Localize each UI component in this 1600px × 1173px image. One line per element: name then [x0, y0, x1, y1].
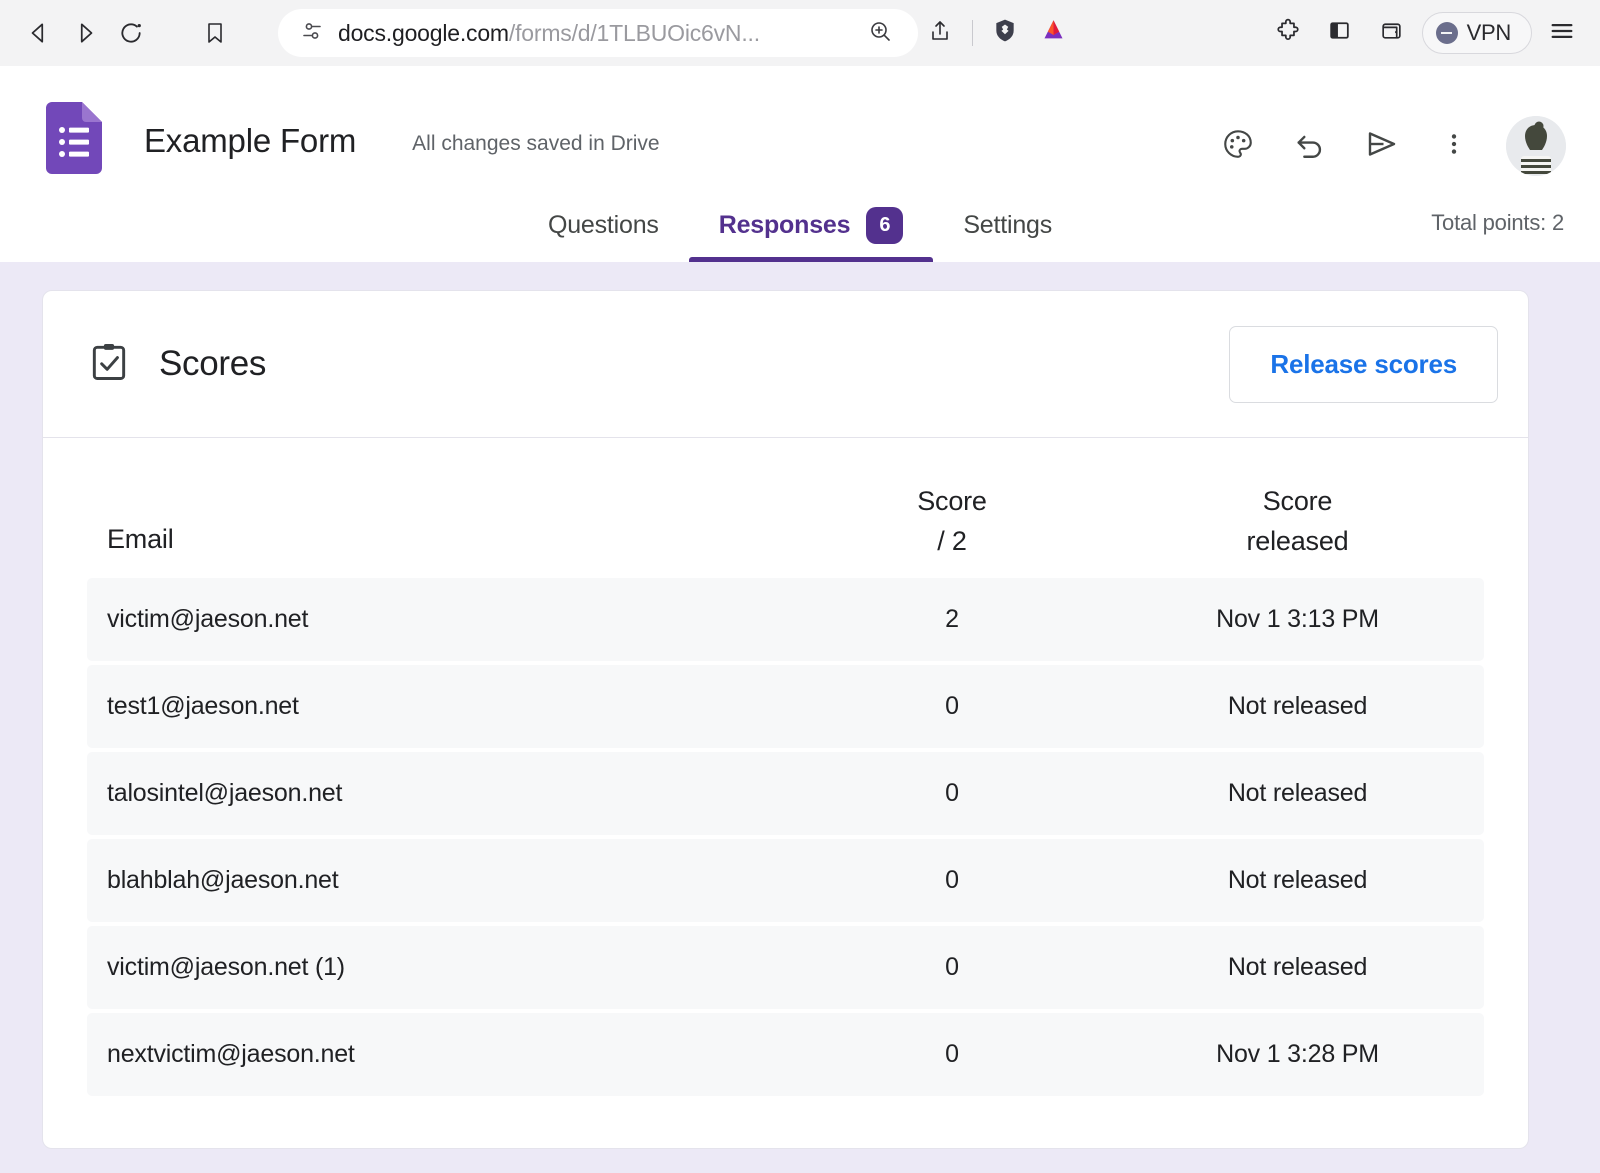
browser-toolbar: docs.google.com/forms/d/1TLBUOic6vN... V… — [0, 0, 1600, 66]
send-button[interactable] — [1354, 118, 1410, 174]
cell-email: victim@jaeson.net (1) — [107, 953, 345, 981]
column-header-score: Score / 2 — [787, 482, 1117, 562]
tab-questions[interactable]: Questions — [518, 188, 689, 262]
cell-score: 0 — [945, 692, 959, 720]
zoom-indicator-button[interactable] — [858, 11, 902, 55]
column-header-email: Email — [107, 524, 174, 555]
brave-shield-icon — [992, 17, 1018, 49]
save-status: All changes saved in Drive — [412, 132, 660, 155]
undo-button[interactable] — [1282, 118, 1338, 174]
browser-right-controls: VPN — [1266, 11, 1584, 55]
brave-shields-button[interactable] — [983, 11, 1027, 55]
column-header-score-line2: / 2 — [937, 526, 967, 557]
cell-score-released: Nov 1 3:13 PM — [1216, 605, 1379, 633]
vpn-status-icon — [1435, 22, 1458, 44]
table-row[interactable]: talosintel@jaeson.net 0 Not released — [87, 752, 1484, 835]
cell-score: 2 — [945, 605, 959, 633]
column-header-released-line2: released — [1246, 526, 1349, 557]
url-path: /forms/d/1TLBUOic6vN... — [508, 19, 760, 46]
header-action-group — [1210, 116, 1566, 176]
responses-count-badge: 6 — [866, 206, 904, 244]
browser-action-group — [918, 11, 1075, 55]
bookmark-icon — [203, 20, 227, 46]
tabs-bar: Questions Responses 6 Settings Total poi… — [0, 188, 1600, 262]
cell-email: victim@jaeson.net — [107, 605, 309, 633]
scores-card-header: Scores Release scores — [43, 291, 1528, 438]
cell-score-released: Not released — [1227, 692, 1368, 720]
cell-score: 0 — [945, 866, 959, 894]
wallet-icon — [1379, 18, 1404, 48]
cell-score-released: Not released — [1227, 866, 1368, 894]
page-title[interactable]: Example Form — [144, 122, 356, 160]
cell-score: 0 — [945, 779, 959, 807]
extensions-puzzle-icon — [1275, 18, 1301, 49]
theme-button[interactable] — [1210, 118, 1266, 174]
hamburger-menu-icon — [1548, 17, 1576, 50]
back-arrow-icon — [26, 20, 52, 46]
extensions-button[interactable] — [1266, 11, 1310, 55]
cell-score: 0 — [945, 953, 959, 981]
forward-button[interactable] — [62, 10, 108, 56]
back-button[interactable] — [16, 10, 62, 56]
browser-menu-button[interactable] — [1540, 11, 1584, 55]
column-header-score-line1: Score — [917, 486, 987, 517]
site-settings-icon[interactable] — [300, 19, 324, 48]
table-header-row: Email Score / 2 Score released — [87, 460, 1484, 578]
table-row[interactable]: test1@jaeson.net 0 Not released — [87, 665, 1484, 748]
clipboard-check-icon — [87, 340, 131, 389]
scores-title: Scores — [159, 344, 267, 383]
reload-icon — [118, 20, 144, 46]
more-vertical-icon — [1441, 129, 1467, 164]
url-text[interactable]: docs.google.com/forms/d/1TLBUOic6vN... — [338, 20, 844, 47]
cell-email: nextvictim@jaeson.net — [107, 1040, 355, 1068]
tab-responses[interactable]: Responses 6 — [688, 188, 934, 262]
vpn-button[interactable]: VPN — [1421, 12, 1532, 54]
google-forms-icon[interactable] — [46, 102, 102, 174]
toolbar-divider — [972, 20, 973, 46]
bookmark-button[interactable] — [192, 10, 238, 56]
column-header-score-released: Score released — [1117, 482, 1484, 562]
cell-email: blahblah@jaeson.net — [107, 866, 339, 894]
scores-title-group: Scores — [87, 340, 266, 389]
vpn-label: VPN — [1466, 20, 1512, 45]
avatar[interactable] — [1506, 116, 1566, 176]
reload-button[interactable] — [108, 10, 154, 56]
table-row[interactable]: victim@jaeson.net (1) 0 Not released — [87, 926, 1484, 1009]
send-icon — [1364, 126, 1400, 167]
responses-page-body: Scores Release scores Email Score / 2 Sc… — [0, 262, 1600, 1173]
sidebar-toggle-button[interactable] — [1318, 11, 1362, 55]
palette-icon — [1221, 127, 1255, 166]
tab-settings-label: Settings — [963, 210, 1053, 239]
more-options-button[interactable] — [1426, 118, 1482, 174]
address-bar[interactable]: docs.google.com/forms/d/1TLBUOic6vN... — [278, 9, 918, 57]
tab-settings[interactable]: Settings — [933, 188, 1082, 262]
table-row[interactable]: nextvictim@jaeson.net 0 Nov 1 3:28 PM — [87, 1013, 1484, 1096]
cell-email: talosintel@jaeson.net — [107, 779, 343, 807]
brave-rewards-button[interactable] — [1031, 11, 1075, 55]
scores-table: Email Score / 2 Score released victim@ja… — [43, 438, 1528, 1148]
zoom-in-icon — [868, 19, 892, 48]
scores-card: Scores Release scores Email Score / 2 Sc… — [42, 290, 1529, 1149]
column-header-released-line1: Score — [1262, 486, 1333, 517]
table-row[interactable]: blahblah@jaeson.net 0 Not released — [87, 839, 1484, 922]
cell-score: 0 — [945, 1040, 959, 1068]
release-scores-button[interactable]: Release scores — [1229, 325, 1498, 403]
share-icon — [928, 19, 952, 48]
brave-rewards-triangle-icon — [1040, 17, 1067, 49]
forward-arrow-icon — [72, 20, 98, 46]
cell-email: test1@jaeson.net — [107, 692, 299, 720]
undo-icon — [1293, 127, 1327, 166]
sidebar-panel-icon — [1327, 18, 1352, 48]
url-host: docs.google.com — [338, 19, 509, 46]
total-points-label: Total points: 2 — [1431, 210, 1564, 235]
tab-responses-label: Responses — [718, 210, 851, 239]
cell-score-released: Nov 1 3:28 PM — [1216, 1040, 1379, 1068]
share-button[interactable] — [918, 11, 962, 55]
wallet-button[interactable] — [1370, 11, 1414, 55]
table-row[interactable]: victim@jaeson.net 2 Nov 1 3:13 PM — [87, 578, 1484, 661]
app-header: Example Form All changes saved in Drive — [0, 66, 1600, 262]
tab-questions-label: Questions — [547, 210, 659, 239]
cell-score-released: Not released — [1227, 779, 1368, 807]
cell-score-released: Not released — [1227, 953, 1368, 981]
